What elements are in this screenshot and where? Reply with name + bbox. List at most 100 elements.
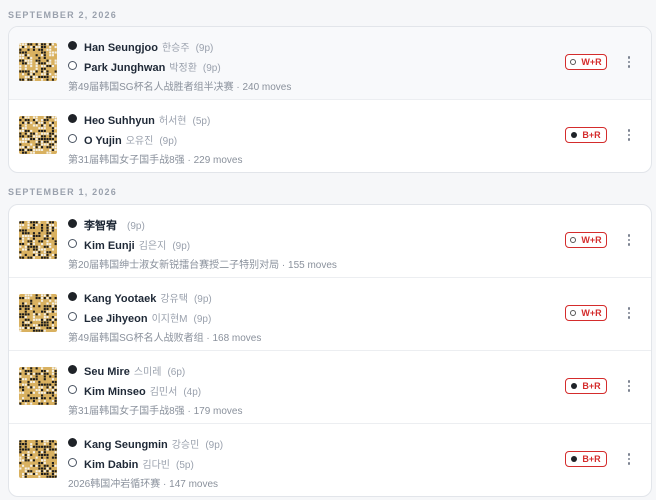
player-name[interactable]: Han Seungjoo xyxy=(84,42,158,54)
board-stone xyxy=(43,467,46,470)
player-name[interactable]: Kim Minseo xyxy=(84,386,146,398)
board-stone xyxy=(19,297,22,300)
more-vertical-icon[interactable] xyxy=(622,230,636,250)
board-stone xyxy=(51,132,54,135)
board-stone xyxy=(51,310,54,313)
board-stone xyxy=(43,329,46,332)
board-stone xyxy=(38,402,41,405)
board-stone xyxy=(41,143,44,146)
game-row[interactable]: Kang Yootaek 강유택 (9p) Lee Jihyeon 이지현M (9p) 第4… xyxy=(9,278,651,351)
board-stone xyxy=(30,443,33,446)
go-board-thumbnail-icon[interactable] xyxy=(19,221,57,259)
board-stone xyxy=(30,294,33,297)
player-name[interactable]: 李智宥 xyxy=(84,220,117,232)
board-stone xyxy=(49,375,52,378)
board-stone xyxy=(35,248,38,251)
game-row[interactable]: Seu Mire 스미레 (6p) Kim Minseo 김민서 (4p) 第31届韩国女子… xyxy=(9,351,651,424)
board-stone xyxy=(22,324,25,327)
board-stone xyxy=(41,124,44,127)
board-stone xyxy=(54,226,57,229)
go-board-thumbnail-icon[interactable] xyxy=(19,294,57,332)
more-vertical-icon[interactable] xyxy=(622,376,636,396)
board-stone xyxy=(46,256,49,259)
game-row[interactable]: 李智宥 (9p) Kim Eunji 김은지 (9p) 第20届韩国绅士淑女新锐擂台赛授二… xyxy=(9,205,651,278)
board-pattern xyxy=(19,116,57,154)
board-stone xyxy=(46,73,49,76)
board-stone xyxy=(22,121,25,124)
board-stone xyxy=(32,324,35,327)
board-stone xyxy=(49,51,52,54)
board-stone xyxy=(49,124,52,127)
board-stone xyxy=(24,467,27,470)
board-stone xyxy=(27,313,30,316)
board-stone xyxy=(22,221,25,224)
board-stone xyxy=(27,305,30,308)
go-board-thumbnail-icon[interactable] xyxy=(19,116,57,154)
board-stone xyxy=(54,464,57,467)
player-name[interactable]: Kim Dabin xyxy=(84,459,138,471)
player-name[interactable]: Heo Suhhyun xyxy=(84,115,155,127)
board-stone xyxy=(41,383,44,386)
event-info: 第20届韩国绅士淑女新锐擂台赛授二子特别对局 · 155 moves xyxy=(68,260,337,271)
board-stone xyxy=(35,65,38,68)
player-name[interactable]: Park Junghwan xyxy=(84,62,165,74)
game-row[interactable]: Kang Seungmin 강승민 (9p) Kim Dabin 김다빈 (5p) 2026… xyxy=(9,424,651,496)
board-stone xyxy=(32,243,35,246)
board-stone xyxy=(43,297,46,300)
player-name[interactable]: Lee Jihyeon xyxy=(84,313,148,325)
board-stone xyxy=(24,140,27,143)
board-stone xyxy=(19,51,22,54)
player-name[interactable]: Kang Seungmin xyxy=(84,439,168,451)
board-stone xyxy=(22,70,25,73)
board-stone xyxy=(51,316,54,319)
go-board-thumbnail-icon[interactable] xyxy=(19,367,57,405)
board-stone xyxy=(22,56,25,59)
board-stone xyxy=(46,226,49,229)
board-stone xyxy=(27,386,30,389)
board-stone xyxy=(46,224,49,227)
board-stone xyxy=(54,140,57,143)
board-stone xyxy=(27,73,30,76)
board-stone xyxy=(22,386,25,389)
board-stone xyxy=(27,232,30,235)
board-stone xyxy=(35,121,38,124)
go-board-thumbnail-icon[interactable] xyxy=(19,43,57,81)
board-stone xyxy=(54,148,57,151)
board-stone xyxy=(43,46,46,49)
more-vertical-icon[interactable] xyxy=(622,303,636,323)
go-board-thumbnail-icon[interactable] xyxy=(19,440,57,478)
board-stone xyxy=(54,240,57,243)
board-stone xyxy=(49,243,52,246)
board-stone xyxy=(24,148,27,151)
player-korean-name: 강유택 xyxy=(160,294,188,305)
player-name[interactable]: Seu Mire xyxy=(84,366,130,378)
board-stone xyxy=(54,402,57,405)
board-stone xyxy=(43,443,46,446)
player-name[interactable]: Kang Yootaek xyxy=(84,293,156,305)
board-stone xyxy=(43,294,46,297)
more-vertical-icon[interactable] xyxy=(622,125,636,145)
board-stone xyxy=(32,138,35,141)
board-stone xyxy=(22,127,25,130)
board-stone xyxy=(41,226,44,229)
board-stone xyxy=(49,135,52,138)
board-stone xyxy=(43,124,46,127)
more-vertical-icon[interactable] xyxy=(622,449,636,469)
board-stone xyxy=(54,383,57,386)
board-stone xyxy=(19,462,22,465)
board-stone xyxy=(24,51,27,54)
more-vertical-icon[interactable] xyxy=(622,52,636,72)
board-stone xyxy=(22,51,25,54)
player-name[interactable]: O Yujin xyxy=(84,135,122,147)
board-stone xyxy=(51,43,54,46)
game-row[interactable]: Heo Suhhyun 허서현 (5p) O Yujin 오유진 (9p) 第31届韩国女子… xyxy=(9,100,651,172)
player-name[interactable]: Kim Eunji xyxy=(84,240,135,252)
game-row[interactable]: Han Seungjoo 한승주 (9p) Park Junghwan 박정환 (9p) 第… xyxy=(9,27,651,100)
board-stone xyxy=(24,127,27,130)
board-stone xyxy=(19,316,22,319)
board-stone xyxy=(24,443,27,446)
board-stone xyxy=(24,318,27,321)
board-stone xyxy=(30,397,33,400)
board-stone xyxy=(41,372,44,375)
board-stone xyxy=(38,129,41,132)
